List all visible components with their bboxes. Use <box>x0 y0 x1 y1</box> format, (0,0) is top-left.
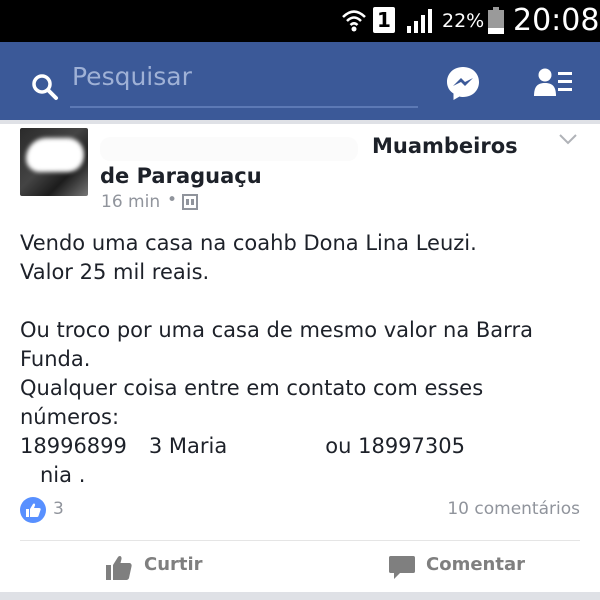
app-header: Pesquisar <box>0 42 600 120</box>
phone-part: 18996899 <box>20 434 127 458</box>
comment-bubble-icon <box>389 556 415 579</box>
redacted-name <box>20 461 40 490</box>
post-card: Muambeiros de Paraguaçu 16 min • Vendo u… <box>0 124 600 592</box>
redacted-name <box>227 432 326 461</box>
divider <box>20 540 580 541</box>
status-clock: 20:08 <box>513 3 600 38</box>
search-input[interactable]: Pesquisar <box>72 62 192 91</box>
post-line: nia . <box>20 461 580 490</box>
battery-icon <box>488 7 504 34</box>
phone-line: 18996899 3 Maria ou 18997305 <box>20 432 580 461</box>
group-name[interactable]: Muambeiros <box>372 134 518 158</box>
post-line <box>20 287 580 316</box>
post-line: números: <box>20 405 120 429</box>
redacted-author-name <box>100 137 358 161</box>
post-line: Valor 25 mil reais. <box>20 260 210 284</box>
redacted-digits <box>126 432 149 461</box>
comments-count[interactable]: 10 comentários <box>447 499 580 519</box>
likes-count[interactable]: 3 <box>53 499 64 519</box>
group-name-continued[interactable]: de Paraguaçu <box>100 164 262 188</box>
thumbs-up-icon <box>106 555 132 580</box>
search-underline <box>70 106 418 108</box>
friend-requests-icon[interactable] <box>534 66 574 100</box>
phone-part: 3 Maria <box>148 434 228 458</box>
post-line: Funda. <box>20 347 91 371</box>
meta-separator: • <box>167 190 178 210</box>
chevron-down-icon[interactable] <box>558 132 578 146</box>
status-bar: 1 22% 20:08 <box>0 0 600 42</box>
wifi-icon <box>342 10 366 32</box>
post-last-line: nia . <box>40 463 86 487</box>
messenger-icon[interactable] <box>444 64 482 102</box>
avatar[interactable] <box>20 128 88 196</box>
sim-icon: 1 <box>373 7 395 33</box>
redacted-digits <box>465 432 489 461</box>
comment-label: Comentar <box>426 554 525 575</box>
signal-icon <box>407 9 432 33</box>
search-icon[interactable] <box>30 72 60 102</box>
group-audience-icon <box>182 194 198 210</box>
post-line: Qualquer coisa entre em contato com esse… <box>20 376 484 400</box>
post-timestamp[interactable]: 16 min <box>101 192 160 212</box>
like-reaction-icon[interactable] <box>20 497 46 523</box>
post-body: Vendo uma casa na coahb Dona Lina Leuzi.… <box>20 229 580 490</box>
like-label: Curtir <box>144 554 203 575</box>
battery-percentage: 22% <box>442 10 485 32</box>
phone-part: ou 18997305 <box>325 434 465 458</box>
post-line: Ou troco por uma casa de mesmo valor na … <box>20 318 533 342</box>
post-line: Vendo uma casa na coahb Dona Lina Leuzi. <box>20 231 477 255</box>
